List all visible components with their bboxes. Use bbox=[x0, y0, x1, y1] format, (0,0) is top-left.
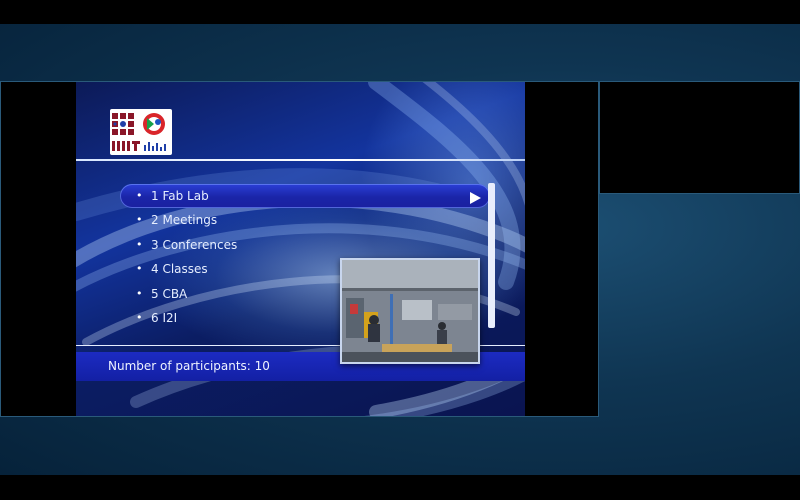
menu-item-conferences[interactable]: • 3 Conferences bbox=[120, 233, 490, 258]
left-black-panel bbox=[1, 82, 76, 416]
logo-icon bbox=[112, 113, 166, 151]
menu-bullet: • bbox=[136, 262, 143, 276]
bottom-letterbox bbox=[0, 475, 800, 500]
menu-item-label: 5 CBA bbox=[151, 286, 188, 301]
menu-bullet: • bbox=[136, 237, 143, 251]
video-feed-image bbox=[342, 260, 478, 362]
mit-cba-logo bbox=[110, 109, 172, 155]
right-black-panel bbox=[525, 82, 598, 416]
secondary-video-window bbox=[599, 81, 800, 194]
menu-bullet: • bbox=[136, 311, 143, 325]
menu-scrollbar[interactable] bbox=[488, 183, 495, 328]
menu-bullet: • bbox=[136, 286, 143, 300]
self-view-video[interactable] bbox=[340, 258, 480, 364]
participants-count: Number of participants: 10 bbox=[108, 359, 270, 373]
menu-stage: • 1 Fab Lab • 2 Meetings • 3 Conferences… bbox=[76, 82, 525, 416]
menu-bullet: • bbox=[136, 189, 143, 202]
menu-item-fab-lab[interactable]: • 1 Fab Lab bbox=[120, 184, 490, 208]
selection-arrow-icon bbox=[470, 192, 481, 204]
main-video-window: • 1 Fab Lab • 2 Meetings • 3 Conferences… bbox=[0, 81, 599, 417]
menu-item-label: 3 Conferences bbox=[151, 237, 238, 252]
menu-bullet: • bbox=[136, 213, 143, 226]
menu-item-label: 2 Meetings bbox=[151, 213, 218, 227]
menu-item-label: 4 Classes bbox=[151, 262, 208, 277]
header-divider bbox=[76, 159, 525, 161]
menu-item-label: 1 Fab Lab bbox=[151, 189, 209, 203]
top-letterbox bbox=[0, 0, 800, 24]
menu-item-label: 6 I2I bbox=[151, 311, 178, 326]
menu-item-meetings[interactable]: • 2 Meetings bbox=[120, 208, 490, 233]
